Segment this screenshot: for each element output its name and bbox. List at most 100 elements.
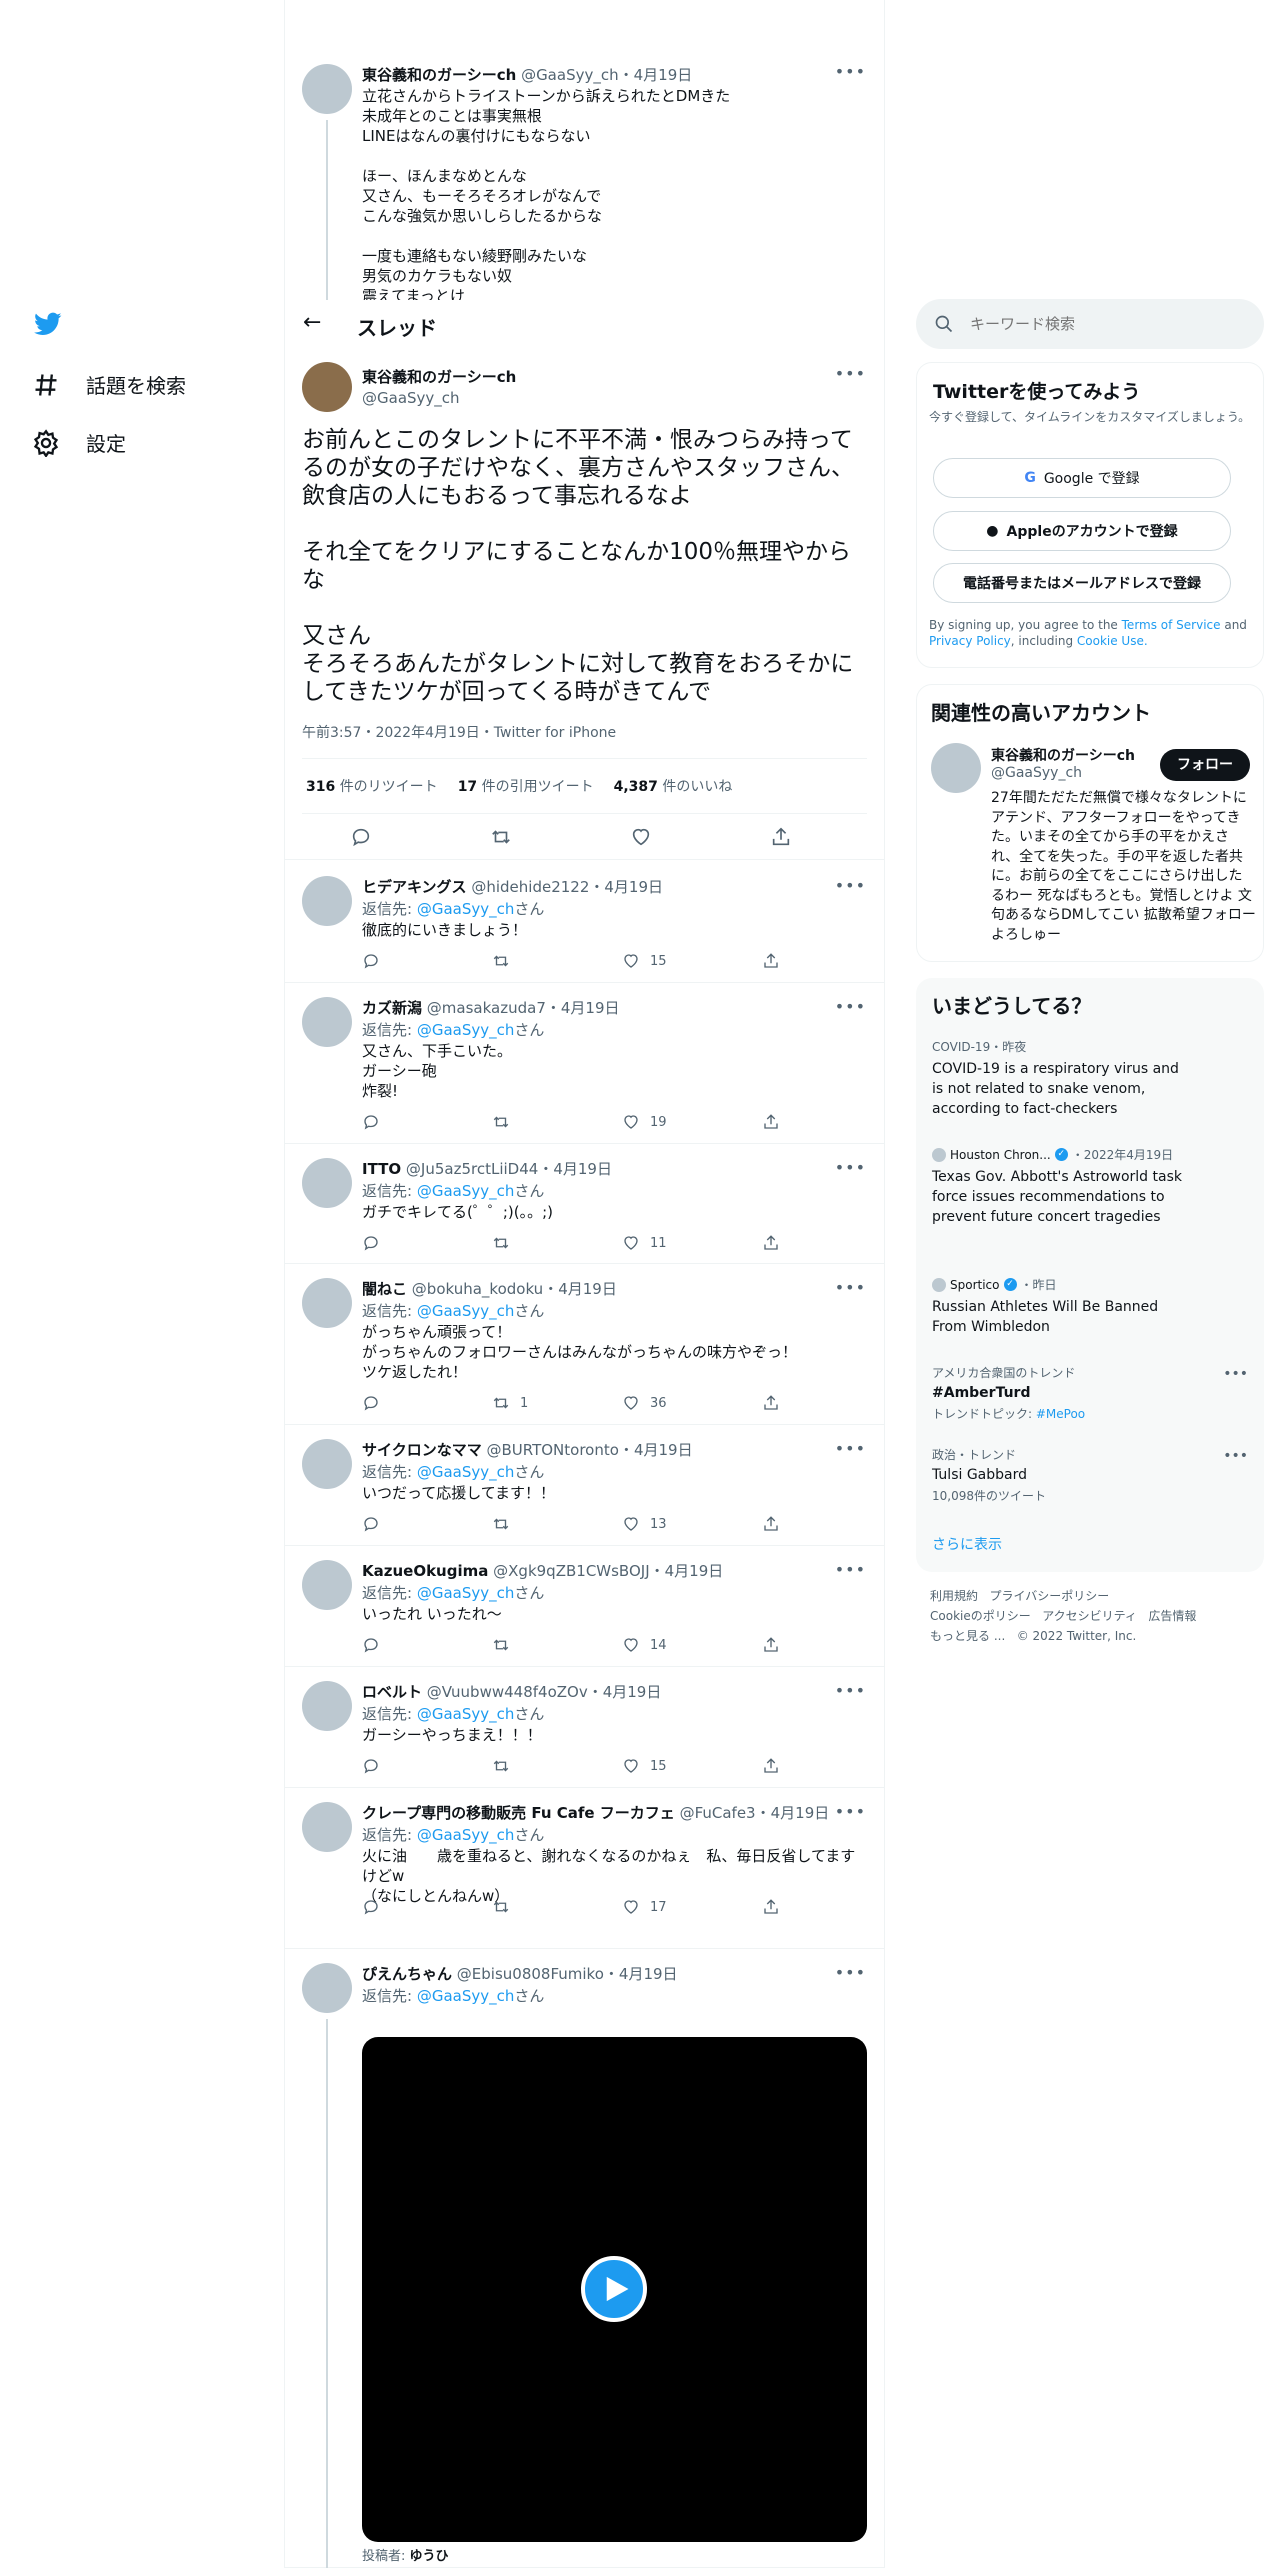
avatar[interactable]	[302, 64, 352, 114]
retweet-icon[interactable]	[490, 826, 512, 848]
tweet-date[interactable]: 4月19日	[603, 1683, 662, 1701]
more-icon[interactable]: •••	[1223, 1448, 1248, 1464]
more-icon[interactable]: •••	[835, 876, 866, 895]
retweet-button[interactable]	[492, 1898, 520, 1916]
more-icon[interactable]: •••	[835, 1802, 866, 1821]
related-name[interactable]: 東谷義和のガーシーch	[991, 745, 1135, 765]
quote-count[interactable]: 17 件の引用ツイート	[458, 776, 594, 796]
avatar[interactable]	[302, 1560, 352, 1610]
share-button[interactable]	[762, 1636, 780, 1654]
tweet-date[interactable]: 4月19日	[665, 1562, 724, 1580]
author-name[interactable]: 東谷義和のガーシーch	[362, 66, 516, 84]
retweet-button[interactable]	[492, 1636, 520, 1654]
like-button[interactable]: 13	[622, 1515, 667, 1533]
author-handle[interactable]: @Xgk9qZB1CWsBOJJ	[493, 1562, 649, 1580]
reply-to-link[interactable]: @GaaSyy_ch	[417, 1584, 515, 1602]
reply-tweet[interactable]: ロベルト @Vuubww448f4oZOv・4月19日 ••• 返信先: @GaaS…	[285, 1667, 884, 1788]
author-handle[interactable]: @BURTONtoronto	[486, 1441, 618, 1459]
follow-button[interactable]: フォロー	[1160, 749, 1250, 781]
author-name[interactable]: ヒデアキングス	[362, 878, 467, 896]
retweet-button[interactable]	[492, 1234, 520, 1252]
reply-to-link[interactable]: @GaaSyy_ch	[417, 1021, 515, 1039]
author-handle[interactable]: @masakazuda7	[427, 999, 546, 1017]
more-icon[interactable]: •••	[835, 364, 866, 383]
tweet-date[interactable]: 4月19日	[553, 1160, 612, 1178]
like-button[interactable]: 14	[622, 1636, 667, 1654]
author-name[interactable]: 東谷義和のガーシーch	[362, 366, 516, 387]
apple-signup-button[interactable]: ● Appleのアカウントで登録	[933, 511, 1231, 551]
more-icon[interactable]: •••	[835, 1963, 866, 1982]
share-button[interactable]	[762, 1757, 780, 1775]
author-name[interactable]: ITTO	[362, 1160, 401, 1178]
more-icon[interactable]: •••	[835, 1439, 866, 1458]
avatar[interactable]	[302, 1963, 352, 2013]
reply-to-link[interactable]: @GaaSyy_ch	[417, 1705, 515, 1723]
more-icon[interactable]: •••	[835, 1278, 866, 1297]
footer-link[interactable]: 利用規約	[930, 1589, 978, 1603]
share-button[interactable]	[762, 1113, 780, 1131]
like-button[interactable]: 36	[622, 1394, 667, 1412]
reply-button[interactable]	[362, 1636, 380, 1654]
author-handle[interactable]: @bokuha_kodoku	[412, 1280, 543, 1298]
search-input[interactable]	[970, 311, 1240, 337]
terms-link[interactable]: Terms of Service	[1122, 618, 1221, 632]
like-button[interactable]: 19	[622, 1113, 667, 1131]
trend-item[interactable]: COVID-19・昨夜 COVID-19 is a respiratory vi…	[932, 1038, 1192, 1119]
reply-to-link[interactable]: @GaaSyy_ch	[417, 1302, 515, 1320]
more-icon[interactable]: •••	[835, 1560, 866, 1579]
tweet-meta[interactable]: 午前3:57・2022年4月19日・Twitter for iPhone	[302, 722, 616, 742]
author-name[interactable]: ロベルト	[362, 1683, 422, 1701]
video-player[interactable]	[362, 2037, 867, 2542]
tweet-date[interactable]: 4月19日	[561, 999, 620, 1017]
reply-button[interactable]	[362, 1898, 380, 1916]
author-handle[interactable]: @FuCafe3	[680, 1804, 756, 1822]
reply-tweet[interactable]: ITTO @Ju5az5rctLiiD44・4月19日 ••• 返信先: @GaaS…	[285, 1144, 884, 1264]
reply-button[interactable]	[362, 1234, 380, 1252]
avatar[interactable]	[302, 1158, 352, 1208]
reply-button[interactable]	[362, 1113, 380, 1131]
tweet-date[interactable]: 4月19日	[619, 1965, 678, 1983]
avatar[interactable]	[302, 997, 352, 1047]
more-icon[interactable]: •••	[835, 997, 866, 1016]
reply-tweet[interactable]: カズ新潟 @masakazuda7・4月19日 ••• 返信先: @GaaSyy_c…	[285, 983, 884, 1144]
more-icon[interactable]: •••	[835, 62, 866, 81]
video-poster-name[interactable]: ゆうひ	[410, 2549, 449, 2564]
reply-tweet[interactable]: クレープ専門の移動販売 Fu Cafe フーカフェ @FuCafe3・4月19日…	[285, 1788, 884, 1949]
more-icon[interactable]: •••	[1223, 1366, 1248, 1382]
avatar[interactable]	[302, 876, 352, 926]
author-name[interactable]: カズ新潟	[362, 999, 422, 1017]
like-button[interactable]: 17	[622, 1898, 667, 1916]
retweet-count[interactable]: 316 件のリツイート	[306, 776, 438, 796]
author-name[interactable]: サイクロンなママ	[362, 1441, 482, 1459]
show-more-link[interactable]: さらに表示	[932, 1534, 1002, 1554]
avatar[interactable]	[302, 1439, 352, 1489]
tweet-date[interactable]: 4月19日	[558, 1280, 617, 1298]
avatar[interactable]	[302, 1802, 352, 1852]
footer-link[interactable]: もっと見る ...	[930, 1629, 1005, 1643]
avatar[interactable]	[931, 743, 981, 793]
trend-topic-link[interactable]: #MePoo	[1036, 1407, 1085, 1421]
share-button[interactable]	[762, 1234, 780, 1252]
tweet-date[interactable]: 4月19日	[634, 1441, 693, 1459]
tweet-date[interactable]: 4月19日	[771, 1804, 830, 1822]
trend-item[interactable]: アメリカ合衆国のトレンド #AmberTurd トレンドトピック: #MePoo…	[932, 1364, 1248, 1422]
trend-item[interactable]: Sportico ✓ ・昨日 Russian Athletes Will Be …	[932, 1276, 1192, 1337]
share-button[interactable]	[762, 952, 780, 970]
trend-item[interactable]: Houston Chron... ✓ ・2022年4月19日 Texas Gov…	[932, 1146, 1192, 1227]
retweet-button[interactable]: 1	[492, 1394, 528, 1412]
author-handle[interactable]: @Vuubww448f4oZOv	[427, 1683, 588, 1701]
author-handle[interactable]: @Ju5az5rctLiiD44	[406, 1160, 538, 1178]
avatar[interactable]	[302, 1681, 352, 1731]
footer-link[interactable]: Cookieのポリシー	[930, 1609, 1031, 1623]
footer-link[interactable]: プライバシーポリシー	[989, 1589, 1109, 1603]
reply-tweet[interactable]: ヒデアキングス @hidehide2122・4月19日 ••• 返信先: @GaaS…	[285, 862, 884, 983]
reply-tweet[interactable]: 闇ねこ @bokuha_kodoku・4月19日 ••• 返信先: @GaaSyy_…	[285, 1264, 884, 1425]
author-name[interactable]: KazueOkugima	[362, 1562, 488, 1580]
back-arrow-icon[interactable]: ←	[303, 310, 321, 335]
search-box[interactable]	[916, 299, 1264, 349]
share-button[interactable]	[762, 1898, 780, 1916]
reply-button[interactable]	[362, 1394, 380, 1412]
reply-to-link[interactable]: @GaaSyy_ch	[417, 1826, 515, 1844]
reply-to-link[interactable]: @GaaSyy_ch	[417, 900, 515, 918]
footer-link[interactable]: 広告情報	[1148, 1609, 1196, 1623]
